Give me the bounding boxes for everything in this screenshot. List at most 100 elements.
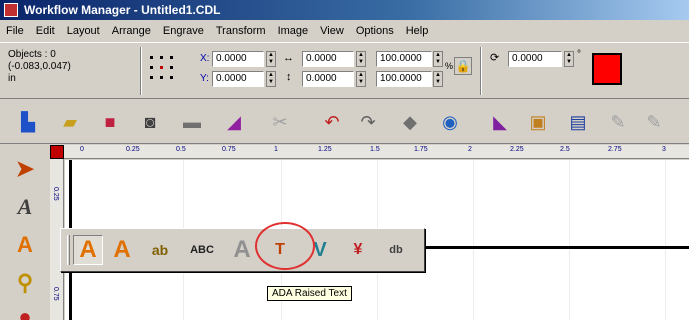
view-icon[interactable]: ▤ [564,108,592,136]
spell-check-tool-icon[interactable]: ABC [187,235,217,265]
grid-line [473,160,474,320]
y-label: Y: [200,73,209,84]
redo-icon[interactable]: ↷ [354,108,382,136]
engrave-icon[interactable]: ◢ [220,108,248,136]
x-position-field[interactable]: 0.0000 [212,51,264,67]
objects-count: Objects : 0 [8,49,56,60]
height-field[interactable]: 0.0000 [302,71,354,87]
text-tool-icon[interactable]: A [107,235,137,265]
ruler-tick: 0.25 [52,187,59,201]
ruler-tick: 2.5 [560,146,570,153]
ruler-tick: 2.25 [510,146,524,153]
menu-layout[interactable]: Layout [61,25,106,37]
image-icon[interactable]: ▣ [524,108,552,136]
menu-image[interactable]: Image [272,25,315,37]
anchor-point-selector[interactable] [150,56,180,84]
property-bar: Objects : 0 (-0.083,0.047) in X: 0.0000 … [0,42,689,99]
ruler-tick: 1.25 [318,146,332,153]
height-percent-field[interactable]: 100.0000 [376,71,432,87]
separator [480,47,482,95]
ruler-tick: 2 [468,146,472,153]
magic-icon[interactable]: ✎ [604,108,632,136]
main-toolbar: ▙ ▰ ■ ◙ ▬ ◢ ✂ ↶ ↷ ◆ ◉ ◣ ▣ ▤ ✎ ✎ [0,100,689,144]
import-icon[interactable]: ◣ [486,108,514,136]
paragraph-text-tool-icon[interactable]: ab [145,235,175,265]
units-label: in [8,73,16,84]
title-bar: Workflow Manager - Untitled1.CDL [0,0,689,20]
tooltip: ADA Raised Text [267,286,352,301]
ruler-tick: 0.25 [126,146,140,153]
window-title: Workflow Manager - Untitled1.CDL [24,3,221,17]
cut-icon[interactable]: ✂ [266,108,294,136]
text-tools-flyout: A A ab ABC A T V ¥ db [60,228,425,272]
y-spinner[interactable]: ▲ ▼ [266,71,276,87]
x-label: X: [200,53,210,64]
menu-arrange[interactable]: Arrange [106,25,157,37]
cursor-position: (-0.083,0.047) [8,61,71,72]
degree-symbol: ° [577,49,581,60]
height-spinner[interactable]: ▲ ▼ [356,71,366,87]
new-file-icon[interactable]: ▙ [14,108,42,136]
width-percent-field[interactable]: 100.0000 [376,51,432,67]
rotation-spinner[interactable]: ▲ ▼ [564,51,574,67]
ruler-tick: 1.75 [414,146,428,153]
text-transform-tool-icon[interactable]: ¥ [343,235,373,265]
zoom-icon[interactable]: ◉ [436,108,464,136]
ruler-tick: 0.75 [222,146,236,153]
shape-tool-icon[interactable]: ● [10,303,40,320]
menu-edit[interactable]: Edit [30,25,61,37]
ruler-tick: 3 [662,146,666,153]
height-percent-spinner[interactable]: ▲ ▼ [433,71,443,87]
app-icon [4,3,18,17]
highlight-circle [255,222,315,270]
y-position-field[interactable]: 0.0000 [212,71,264,87]
page-border-line [425,246,689,249]
grid-line [569,160,570,320]
left-toolbox: ➤ A A ⚲ ● [0,145,46,320]
fill-color-swatch[interactable] [592,53,622,85]
object-info: Objects : 0 (-0.083,0.047) in [8,49,71,85]
text-icon[interactable]: A [10,193,40,221]
text-tools-icon[interactable]: A [10,231,40,259]
outline-text-tool-icon[interactable]: A [227,235,257,265]
print-preview-icon[interactable]: ◙ [136,108,164,136]
ruler-tick: 0.5 [176,146,186,153]
menu-view[interactable]: View [314,25,350,37]
separator [140,47,142,95]
ruler-tick: 1.5 [370,146,380,153]
rotation-field[interactable]: 0.0000 [508,51,562,67]
ruler-tick: 0.75 [52,287,59,301]
menu-help[interactable]: Help [400,25,435,37]
width-field[interactable]: 0.0000 [302,51,354,67]
x-spinner[interactable]: ▲ ▼ [266,51,276,67]
menu-engrave[interactable]: Engrave [157,25,210,37]
save-icon[interactable]: ■ [96,108,124,136]
ruler-tick: 2.75 [608,146,622,153]
braille-tool-icon[interactable]: db [381,235,411,265]
menu-transform[interactable]: Transform [210,25,272,37]
magic2-icon[interactable]: ✎ [640,108,668,136]
rotation-icon: ⟳ [490,52,500,64]
ruler-tick: 1 [274,146,278,153]
ruler-tick: 0 [80,146,84,153]
menu-file[interactable]: File [0,25,30,37]
print-icon[interactable]: ▬ [178,108,206,136]
flyout-grip[interactable] [67,235,70,265]
width-percent-spinner[interactable]: ▲ ▼ [433,51,443,67]
lock-ratio-icon[interactable]: 🔒 [454,57,472,75]
ruler-corner[interactable] [50,145,64,159]
percent-symbol: % [445,61,454,71]
menu-bar: File Edit Layout Arrange Engrave Transfo… [0,21,689,41]
select-icon[interactable]: ➤ [10,155,40,183]
undo-icon[interactable]: ↶ [318,108,346,136]
grid-line [665,160,666,320]
menu-options[interactable]: Options [350,25,400,37]
width-arrow-icon: ↔ [283,52,294,64]
zoom-tool-icon[interactable]: ⚲ [10,269,40,297]
artistic-text-tool-icon[interactable]: A [73,235,103,265]
height-arrow-icon: ↕ [286,71,292,83]
open-folder-icon[interactable]: ▰ [56,108,84,136]
horizontal-ruler[interactable]: 0 0.25 0.5 0.75 1 1.25 1.5 1.75 2 2.25 2… [64,145,689,159]
shape-icon[interactable]: ◆ [396,108,424,136]
width-spinner[interactable]: ▲ ▼ [356,51,366,67]
